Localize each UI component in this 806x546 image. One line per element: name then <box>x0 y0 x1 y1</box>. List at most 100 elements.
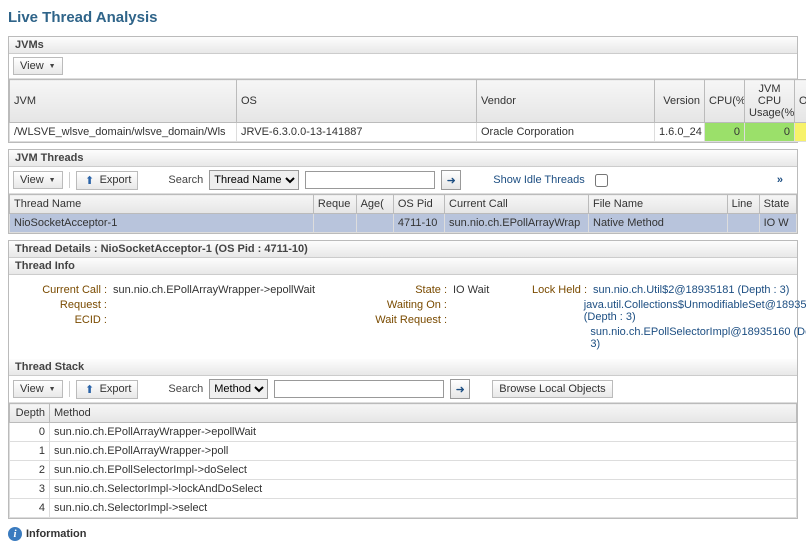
table-row[interactable]: 4sun.nio.ch.SelectorImpl->select <box>10 499 797 518</box>
lock-link[interactable]: sun.nio.ch.Util$2@18935181 (Depth : 3) <box>593 284 789 296</box>
search-input[interactable] <box>274 380 444 398</box>
col-request[interactable]: Reque <box>313 195 356 214</box>
thread-details-section: Thread Details : NioSocketAcceptor-1 (OS… <box>8 240 798 519</box>
thread-info-body: Current Call :sun.nio.ch.EPollArrayWrapp… <box>9 275 797 359</box>
cell-vendor: Oracle Corporation <box>477 123 655 142</box>
col-call[interactable]: Current Call <box>445 195 589 214</box>
stack-table: Depth Method 0sun.nio.ch.EPollArrayWrapp… <box>9 403 797 518</box>
caret-down-icon: ▼ <box>49 63 56 70</box>
lbl-ecid: ECID : <box>17 314 107 326</box>
export-icon: ⬆ <box>83 383 97 396</box>
caret-down-icon: ▼ <box>49 177 56 184</box>
go-button[interactable]: ➜ <box>441 170 461 190</box>
col-method[interactable]: Method <box>50 404 797 423</box>
cell-method: sun.nio.ch.EPollArrayWrapper->epollWait <box>50 423 797 442</box>
col-vendor[interactable]: Vendor <box>477 80 655 123</box>
jvms-section: JVMs View▼ JVM OS Vendor Version CPU(%) … <box>8 36 798 143</box>
page-title: Live Thread Analysis <box>8 9 798 26</box>
table-row[interactable]: 2sun.nio.ch.EPollSelectorImpl->doSelect <box>10 461 797 480</box>
col-version[interactable]: Version <box>655 80 705 123</box>
cell-name: NioSocketAcceptor-1 <box>10 214 314 233</box>
cell-jvm: /WLSVE_wlsve_domain/wlsve_domain/Wls <box>10 123 237 142</box>
cell-version: 1.6.0_24 <box>655 123 705 142</box>
cell-depth: 4 <box>10 499 50 518</box>
col-os[interactable]: OS <box>237 80 477 123</box>
cell-file: Native Method <box>589 214 728 233</box>
threads-header-row: Thread Name Reque Age( OS Pid Current Ca… <box>10 195 797 214</box>
threads-section: JVM Threads View▼ ⬆Export Search Thread … <box>8 149 798 234</box>
lbl-waiting: Waiting On : <box>367 299 447 311</box>
col-jvm[interactable]: JVM <box>10 80 237 123</box>
col-ospid[interactable]: OS Pid <box>393 195 444 214</box>
thread-stack-header: Thread Stack <box>9 359 797 376</box>
show-idle-checkbox[interactable] <box>595 174 608 187</box>
export-button[interactable]: ⬆Export <box>76 171 139 190</box>
cell-call: sun.nio.ch.EPollArrayWrap <box>445 214 589 233</box>
col-jvmcpu[interactable]: JVM CPU Usage(%) <box>745 80 795 123</box>
thread-details-header: Thread Details : NioSocketAcceptor-1 (OS… <box>9 241 797 258</box>
lbl-waitreq: Wait Request : <box>367 314 447 326</box>
info-icon: i <box>8 527 22 541</box>
go-button[interactable]: ➜ <box>450 379 470 399</box>
arrow-right-icon: ➜ <box>447 174 456 187</box>
search-field-select[interactable]: Thread Name <box>209 170 299 190</box>
information-section: i Information <box>8 527 798 541</box>
expand-icon[interactable]: » <box>777 174 783 186</box>
table-row[interactable]: NioSocketAcceptor-1 4711-10 sun.nio.ch.E… <box>10 214 797 233</box>
cell-state: IO W <box>759 214 796 233</box>
caret-down-icon: ▼ <box>49 386 56 393</box>
col-age[interactable]: Age( <box>356 195 393 214</box>
col-line[interactable]: Line <box>727 195 759 214</box>
val-current-call: sun.nio.ch.EPollArrayWrapper->epollWait <box>113 284 315 296</box>
table-row[interactable]: 0sun.nio.ch.EPollArrayWrapper->epollWait <box>10 423 797 442</box>
lbl-lockheld: Lock Held : <box>527 284 587 296</box>
table-row[interactable]: 1sun.nio.ch.EPollArrayWrapper->poll <box>10 442 797 461</box>
cell-os: JRVE-6.3.0.0-13-141887 <box>237 123 477 142</box>
threads-table: Thread Name Reque Age( OS Pid Current Ca… <box>9 194 797 233</box>
lbl-state: State : <box>367 284 447 296</box>
search-field-select[interactable]: Method <box>209 379 268 399</box>
col-osr[interactable]: OSR <box>795 80 806 123</box>
information-label: Information <box>26 528 87 540</box>
export-icon: ⬆ <box>83 174 97 187</box>
cell-method: sun.nio.ch.SelectorImpl->select <box>50 499 797 518</box>
search-input[interactable] <box>305 171 435 189</box>
threads-header: JVM Threads <box>9 150 797 167</box>
cell-jvmcpu: 0 <box>745 123 795 142</box>
thread-info-header: Thread Info <box>9 258 797 275</box>
col-file[interactable]: File Name <box>589 195 728 214</box>
col-depth[interactable]: Depth <box>10 404 50 423</box>
stack-toolbar: View▼ ⬆Export Search Method ➜ Browse Loc… <box>9 376 797 403</box>
browse-local-objects-button[interactable]: Browse Local Objects <box>492 380 612 398</box>
col-state[interactable]: State <box>759 195 796 214</box>
col-threadname[interactable]: Thread Name <box>10 195 314 214</box>
view-menu[interactable]: View▼ <box>13 57 63 75</box>
cell-method: sun.nio.ch.EPollArrayWrapper->poll <box>50 442 797 461</box>
show-idle-link[interactable]: Show Idle Threads <box>493 174 585 186</box>
export-button[interactable]: ⬆Export <box>76 380 139 399</box>
lock-link[interactable]: sun.nio.ch.EPollSelectorImpl@18935160 (D… <box>590 326 806 350</box>
cell-depth: 3 <box>10 480 50 499</box>
jvms-header-row: JVM OS Vendor Version CPU(%) JVM CPU Usa… <box>10 80 806 123</box>
search-label: Search <box>168 174 203 186</box>
search-label: Search <box>168 383 203 395</box>
view-menu[interactable]: View▼ <box>13 380 63 398</box>
col-cpu[interactable]: CPU(%) <box>705 80 745 123</box>
stack-header-row: Depth Method <box>10 404 797 423</box>
cell-osr: 4 <box>795 123 806 142</box>
lock-link[interactable]: java.util.Collections$UnmodifiableSet@18… <box>584 299 806 323</box>
view-menu[interactable]: View▼ <box>13 171 63 189</box>
cell-age <box>356 214 393 233</box>
cell-depth: 2 <box>10 461 50 480</box>
jvms-table: JVM OS Vendor Version CPU(%) JVM CPU Usa… <box>9 79 806 142</box>
table-row[interactable]: /WLSVE_wlsve_domain/wlsve_domain/Wls JRV… <box>10 123 806 142</box>
cell-depth: 0 <box>10 423 50 442</box>
table-row[interactable]: 3sun.nio.ch.SelectorImpl->lockAndDoSelec… <box>10 480 797 499</box>
cell-method: sun.nio.ch.EPollSelectorImpl->doSelect <box>50 461 797 480</box>
jvms-header: JVMs <box>9 37 797 54</box>
cell-depth: 1 <box>10 442 50 461</box>
cell-cpu: 0 <box>705 123 745 142</box>
cell-line <box>727 214 759 233</box>
arrow-right-icon: ➜ <box>456 383 465 396</box>
cell-ospid: 4711-10 <box>393 214 444 233</box>
